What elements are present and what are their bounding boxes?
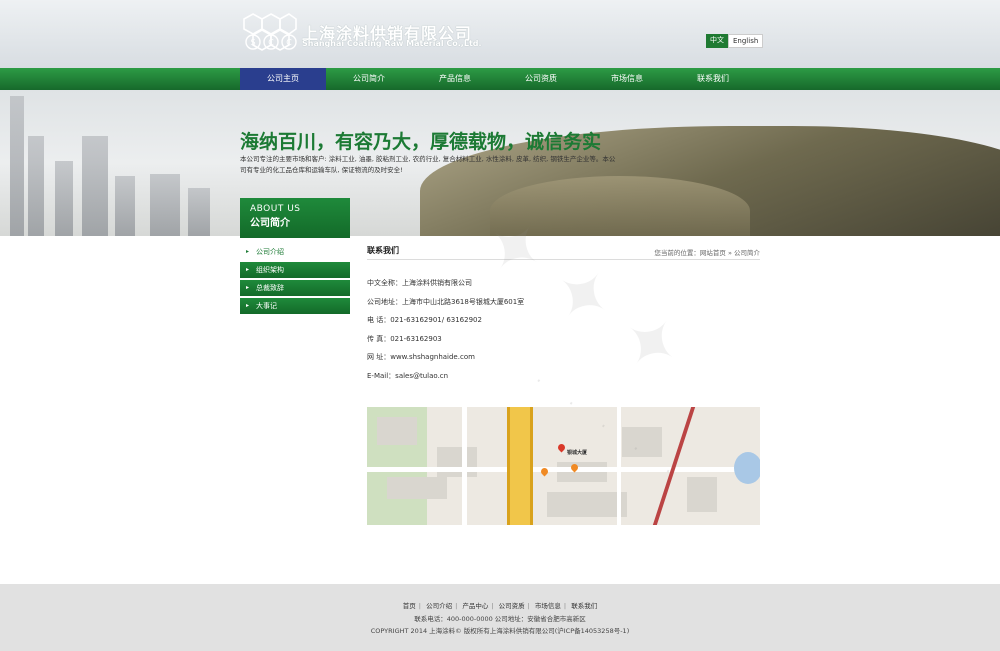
company-logo-icon[interactable]: S C C <box>238 12 298 54</box>
banner-intro: 本公司专注的主要市场和客户: 涂料工业, 油墨, 胶粘剂工业, 农药行业, 复合… <box>240 155 616 174</box>
contact-address: 公司地址：上海市中山北路3618号银城大厦601室 <box>367 297 525 306</box>
logo-letter-2: C <box>268 38 274 47</box>
map-block <box>437 447 477 477</box>
company-name-en: Shanghai Coating Raw Material Co.,Ltd. <box>302 39 482 48</box>
banner-building <box>28 136 44 236</box>
footer-contact-line: 联系电话：400-000-0000 公司地址：安徽省合肥市高新区 <box>414 615 586 623</box>
contact-company-name: 中文全称：上海涂料供销有限公司 <box>367 279 472 287</box>
banner-building <box>115 176 135 236</box>
footer-link-intro[interactable]: 公司介绍 <box>426 602 452 610</box>
map-elevated-road <box>507 407 533 525</box>
sidebar-item-milestones[interactable]: 大事记 <box>240 298 350 314</box>
banner-building <box>10 96 24 236</box>
title-divider <box>367 259 760 260</box>
sidebar: 公司介绍 组织架构 总裁致辞 大事记 <box>240 244 350 316</box>
banner: 海纳百川，有容乃大，厚德载物，诚信务实 本公司专注的主要市场和客户: 涂料工业,… <box>0 90 1000 236</box>
logo-letter-3: C <box>286 38 292 47</box>
map-block <box>622 427 662 457</box>
footer-link-market[interactable]: 市场信息 <box>535 602 561 610</box>
logo-letter-1: S <box>250 38 255 47</box>
footer: 首页 | 公司介绍 | 产品中心 | 公司资质 | 市场信息 | 联系我们 联系电话：40… <box>0 584 1000 651</box>
sidebar-item-company-intro[interactable]: 公司介绍 <box>240 244 350 260</box>
banner-building <box>55 161 73 236</box>
footer-link-qualification[interactable]: 公司资质 <box>499 602 525 610</box>
location-map[interactable]: 银城大厦 <box>367 407 760 525</box>
map-block <box>387 477 447 499</box>
lang-english-button[interactable]: English <box>728 34 764 48</box>
banner-slogan: 海纳百川，有容乃大，厚德载物，诚信务实 <box>240 131 602 153</box>
map-location-label: 银城大厦 <box>567 450 588 456</box>
lang-chinese-button[interactable]: 中文 <box>706 34 728 48</box>
footer-link-contact[interactable]: 联系我们 <box>571 602 597 610</box>
page-title: 联系我们 <box>367 246 399 255</box>
nav-about[interactable]: 公司简介 <box>326 68 412 90</box>
nav-qualification[interactable]: 公司资质 <box>498 68 584 90</box>
map-pin-icon[interactable] <box>556 442 567 453</box>
map-road <box>617 407 621 525</box>
contact-website[interactable]: 网 址：www.shshagnhaide.com <box>367 352 524 371</box>
map-road <box>367 467 760 472</box>
map-block <box>377 417 417 445</box>
contact-phone: 电 话：021-63162901/ 63162902 <box>367 316 482 324</box>
nav-contact[interactable]: 联系我们 <box>670 68 756 90</box>
about-us-title-cn: 公司简介 <box>250 218 290 229</box>
breadcrumb[interactable]: 您当前的位置：网站首页 » 公司简介 <box>654 247 760 257</box>
about-us-title-en: ABOUT US <box>250 204 301 214</box>
map-road <box>462 407 467 525</box>
language-switcher: 中文 English <box>706 34 764 48</box>
nav-home[interactable]: 公司主页 <box>240 68 326 90</box>
banner-building <box>82 136 108 236</box>
map-block <box>547 492 627 517</box>
map-block <box>687 477 717 512</box>
footer-link-home[interactable]: 首页 <box>403 602 416 610</box>
main-nav: 公司主页 公司简介 产品信息 公司资质 市场信息 联系我们 <box>0 68 1000 90</box>
sidebar-item-structure[interactable]: 组织架构 <box>240 262 350 278</box>
banner-building <box>188 188 210 236</box>
contact-fax: 传 真：021-63162903 <box>367 334 442 343</box>
map-block <box>557 462 607 482</box>
footer-links: 首页 | 公司介绍 | 产品中心 | 公司资质 | 市场信息 | 联系我们 <box>402 602 598 610</box>
banner-building <box>150 174 180 236</box>
nav-products[interactable]: 产品信息 <box>412 68 498 90</box>
map-lake <box>734 452 760 484</box>
contact-email[interactable]: E-Mail：sales@tulao.cn <box>367 371 524 390</box>
sidebar-item-president[interactable]: 总裁致辞 <box>240 280 350 296</box>
footer-link-products[interactable]: 产品中心 <box>462 602 488 610</box>
about-us-box: ABOUT US 公司简介 <box>240 198 350 238</box>
contact-info: 中文全称：上海涂料供销有限公司 公司地址：上海市中山北路3618号银城大厦601… <box>367 278 524 389</box>
footer-copyright: COPYRIGHT 2014 上海涂料© 版权所有上海涂料供销有限公司(沪ICP… <box>370 627 630 635</box>
nav-market[interactable]: 市场信息 <box>584 68 670 90</box>
header: S C C 上海涂料供销有限公司 Shanghai Coating Raw Ma… <box>0 0 1000 68</box>
